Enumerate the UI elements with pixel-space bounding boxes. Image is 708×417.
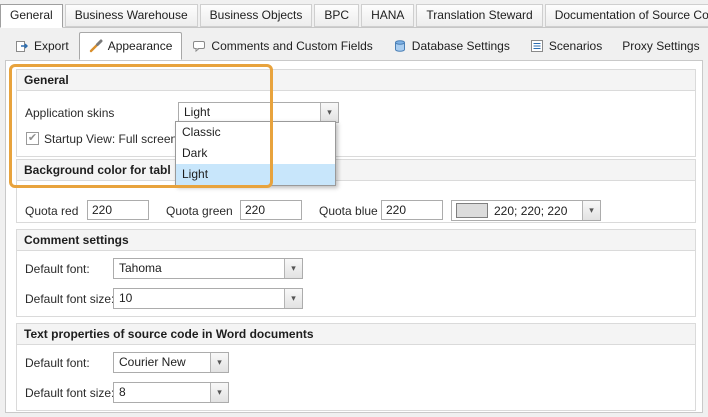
quota-green-input[interactable]	[240, 200, 302, 220]
application-skins-label: Application skins	[25, 106, 114, 120]
comment-font-value: Tahoma	[119, 259, 283, 278]
tab-appearance-label: Appearance	[108, 39, 173, 53]
word-font-size-value: 8	[119, 383, 209, 402]
word-font-size-label: Default font size:	[25, 386, 114, 400]
group-word-text-properties: Text properties of source code in Word d…	[16, 323, 696, 411]
tab-documentation-source-code[interactable]: Documentation of Source Code	[545, 4, 708, 27]
quota-blue-input[interactable]	[381, 200, 443, 220]
tab-general[interactable]: General	[0, 4, 63, 28]
tab-export[interactable]: Export	[5, 32, 79, 60]
background-color-combobox[interactable]: 220; 220; 220 ▾	[451, 200, 601, 221]
word-font-value: Courier New	[119, 353, 209, 372]
comments-icon	[192, 39, 206, 53]
group-general-header: General	[17, 70, 695, 91]
skins-option-classic[interactable]: Classic	[176, 122, 335, 143]
group-background-header: Background color for tabl	[17, 160, 695, 181]
chevron-down-icon[interactable]: ▾	[284, 259, 302, 278]
comment-font-size-label: Default font size:	[25, 292, 114, 306]
skins-option-dark[interactable]: Dark	[176, 143, 335, 164]
word-font-size-combobox[interactable]: 8 ▾	[113, 382, 229, 403]
tab-translation-steward[interactable]: Translation Steward	[416, 4, 542, 27]
comment-font-label: Default font:	[25, 262, 90, 276]
settings-window: General Business Warehouse Business Obje…	[0, 0, 708, 417]
group-word-header: Text properties of source code in Word d…	[17, 324, 695, 345]
chevron-down-icon[interactable]: ▾	[320, 103, 338, 122]
chevron-down-icon[interactable]: ▾	[210, 383, 228, 402]
color-swatch	[456, 203, 488, 218]
startup-fullscreen-checkbox[interactable]: ✔	[26, 132, 39, 145]
quota-red-label: Quota red	[25, 204, 78, 218]
appearance-icon	[89, 39, 103, 53]
word-font-label: Default font:	[25, 356, 90, 370]
scenarios-icon	[530, 39, 544, 53]
group-general: General Application skins Light ▾ ✔ Star…	[16, 69, 696, 157]
tab-scenarios[interactable]: Scenarios	[520, 32, 612, 60]
group-comment-settings: Comment settings Default font: Tahoma ▾ …	[16, 229, 696, 317]
database-icon	[393, 39, 407, 53]
tab-database-settings[interactable]: Database Settings	[383, 32, 520, 60]
application-skins-combobox[interactable]: Light ▾	[178, 102, 339, 123]
color-swatch-label: 220; 220; 220	[494, 204, 567, 218]
quota-red-input[interactable]	[87, 200, 149, 220]
comment-font-combobox[interactable]: Tahoma ▾	[113, 258, 303, 279]
background-color-value: 220; 220; 220	[456, 201, 581, 220]
group-background-color: Background color for tabl Quota red Quot…	[16, 159, 696, 223]
comment-font-size-combobox[interactable]: 10 ▾	[113, 288, 303, 309]
tab-database-label: Database Settings	[412, 39, 510, 53]
startup-fullscreen-label: Startup View: Full screen	[44, 132, 177, 146]
group-comment-header: Comment settings	[17, 230, 695, 251]
quota-blue-label: Quota blue	[319, 204, 378, 218]
tab-hana[interactable]: HANA	[361, 4, 414, 27]
quota-green-label: Quota green	[166, 204, 233, 218]
top-tabstrip: General Business Warehouse Business Obje…	[0, 0, 708, 28]
tab-proxy-label: Proxy Settings	[622, 39, 699, 53]
tab-bpc[interactable]: BPC	[314, 4, 359, 27]
skins-option-light[interactable]: Light	[176, 164, 335, 185]
appearance-tab-panel: General Application skins Light ▾ ✔ Star…	[5, 60, 703, 413]
tab-business-objects[interactable]: Business Objects	[200, 4, 313, 27]
comment-font-size-value: 10	[119, 289, 283, 308]
export-icon	[15, 39, 29, 53]
tab-business-warehouse[interactable]: Business Warehouse	[65, 4, 198, 27]
sub-tabstrip: Export Appearance Comments and Custom Fi…	[5, 32, 703, 60]
tab-export-label: Export	[34, 39, 69, 53]
tab-scenarios-label: Scenarios	[549, 39, 602, 53]
tab-appearance[interactable]: Appearance	[79, 32, 183, 60]
tab-comments-custom-fields[interactable]: Comments and Custom Fields	[182, 32, 382, 60]
chevron-down-icon[interactable]: ▾	[210, 353, 228, 372]
skins-dropdown-list: Classic Dark Light	[175, 121, 336, 186]
tab-proxy-settings[interactable]: Proxy Settings	[612, 32, 708, 60]
chevron-down-icon[interactable]: ▾	[582, 201, 600, 220]
chevron-down-icon[interactable]: ▾	[284, 289, 302, 308]
application-skins-value: Light	[184, 103, 319, 122]
tab-comments-label: Comments and Custom Fields	[211, 39, 372, 53]
word-font-combobox[interactable]: Courier New ▾	[113, 352, 229, 373]
